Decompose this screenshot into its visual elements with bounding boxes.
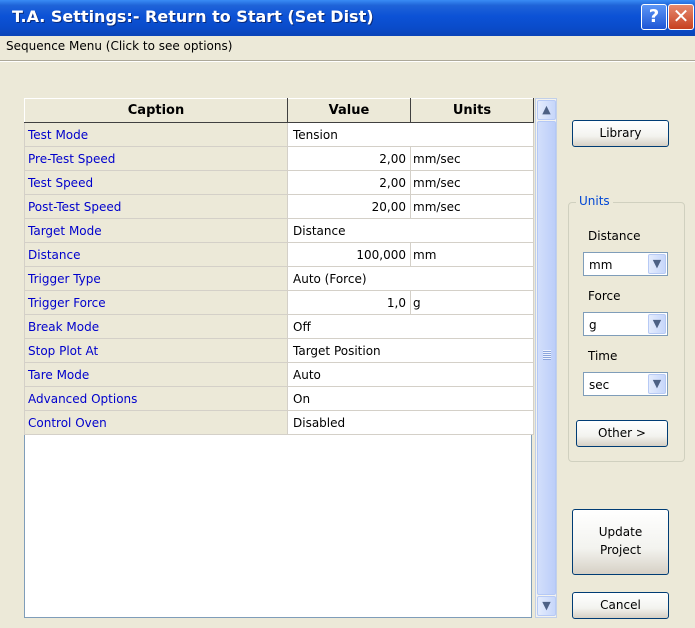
row-value[interactable]: Disabled [287,410,534,435]
update-label-line1: Update [598,525,643,539]
table-row[interactable]: Tare Mode Auto [24,362,534,387]
table-row[interactable]: Pre-Test Speed 2,00 mm/sec [24,146,534,171]
table-row[interactable]: Distance 100,000 mm [24,242,534,267]
row-units: mm/sec [410,194,534,219]
table-row[interactable]: Target Mode Distance [24,218,534,243]
row-value[interactable]: Target Position [287,338,534,363]
row-value[interactable]: Tension [287,122,534,147]
row-value[interactable]: Off [287,314,534,339]
distance-unit-value: mm [589,258,613,272]
units-header[interactable]: Units [410,98,534,123]
chevron-down-icon[interactable]: ▼ [648,374,666,394]
row-value[interactable]: 1,0 [287,290,411,315]
row-value[interactable]: 100,000 [287,242,411,267]
caption-header[interactable]: Caption [24,98,288,123]
row-value[interactable]: 2,00 [287,146,411,171]
scroll-down-arrow-icon[interactable]: ▼ [537,596,556,616]
other-units-button[interactable]: Other > [576,420,668,447]
force-label: Force [588,289,621,303]
row-caption[interactable]: Trigger Type [24,266,288,291]
time-label: Time [588,349,618,363]
table-row[interactable]: Break Mode Off [24,314,534,339]
time-unit-value: sec [589,378,610,392]
row-units: mm/sec [410,146,534,171]
table-row[interactable]: Advanced Options On [24,386,534,411]
row-caption[interactable]: Advanced Options [24,386,288,411]
scroll-up-arrow-icon[interactable]: ▲ [537,100,556,120]
row-caption[interactable]: Control Oven [24,410,288,435]
units-legend: Units [576,194,613,208]
window-title: T.A. Settings:- Return to Start (Set Dis… [12,7,374,26]
row-units: g [410,290,534,315]
row-value[interactable]: 20,00 [287,194,411,219]
row-caption[interactable]: Pre-Test Speed [24,146,288,171]
chevron-down-icon[interactable]: ▼ [648,254,666,274]
value-header[interactable]: Value [287,98,411,123]
row-caption[interactable]: Break Mode [24,314,288,339]
row-value[interactable]: 2,00 [287,170,411,195]
row-value[interactable]: Auto (Force) [287,266,534,291]
row-units: mm [410,242,534,267]
library-button[interactable]: Library [572,120,669,147]
row-value[interactable]: Auto [287,362,534,387]
row-caption[interactable]: Stop Plot At [24,338,288,363]
cancel-button[interactable]: Cancel [572,592,669,619]
grip-icon [543,350,551,360]
chevron-down-icon[interactable]: ▼ [648,314,666,334]
table-row[interactable]: Post-Test Speed 20,00 mm/sec [24,194,534,219]
grid-scrollbar[interactable]: ▲ ▼ [535,98,557,618]
menu-divider [0,60,695,62]
table-row[interactable]: Test Speed 2,00 mm/sec [24,170,534,195]
settings-grid: Caption Value Units Test Mode Tension Pr… [24,98,534,618]
table-row[interactable]: Control Oven Disabled [24,410,534,435]
force-unit-value: g [589,318,597,332]
table-row[interactable]: Trigger Force 1,0 g [24,290,534,315]
scroll-thumb[interactable] [537,121,556,595]
table-row[interactable]: Test Mode Tension [24,122,534,147]
row-caption[interactable]: Tare Mode [24,362,288,387]
table-row[interactable]: Stop Plot At Target Position [24,338,534,363]
row-caption[interactable]: Test Speed [24,170,288,195]
grid-header-row: Caption Value Units [24,98,534,123]
sequence-menu[interactable]: Sequence Menu (Click to see options) [6,39,232,53]
help-button[interactable]: ? [641,4,667,30]
update-project-button[interactable]: Update Project [572,509,669,575]
force-unit-select[interactable]: g ▼ [583,312,668,336]
close-button[interactable]: ✕ [668,4,694,30]
row-units: mm/sec [410,170,534,195]
title-bar[interactable]: T.A. Settings:- Return to Start (Set Dis… [0,0,695,36]
settings-table: Caption Value Units Test Mode Tension Pr… [24,98,534,435]
row-caption[interactable]: Trigger Force [24,290,288,315]
time-unit-select[interactable]: sec ▼ [583,372,668,396]
row-caption[interactable]: Distance [24,242,288,267]
table-row[interactable]: Trigger Type Auto (Force) [24,266,534,291]
row-caption[interactable]: Post-Test Speed [24,194,288,219]
update-label-line2: Project [599,543,642,557]
row-caption[interactable]: Test Mode [24,122,288,147]
distance-unit-select[interactable]: mm ▼ [583,252,668,276]
row-value[interactable]: On [287,386,534,411]
row-value[interactable]: Distance [287,218,534,243]
row-caption[interactable]: Target Mode [24,218,288,243]
distance-label: Distance [588,229,641,243]
